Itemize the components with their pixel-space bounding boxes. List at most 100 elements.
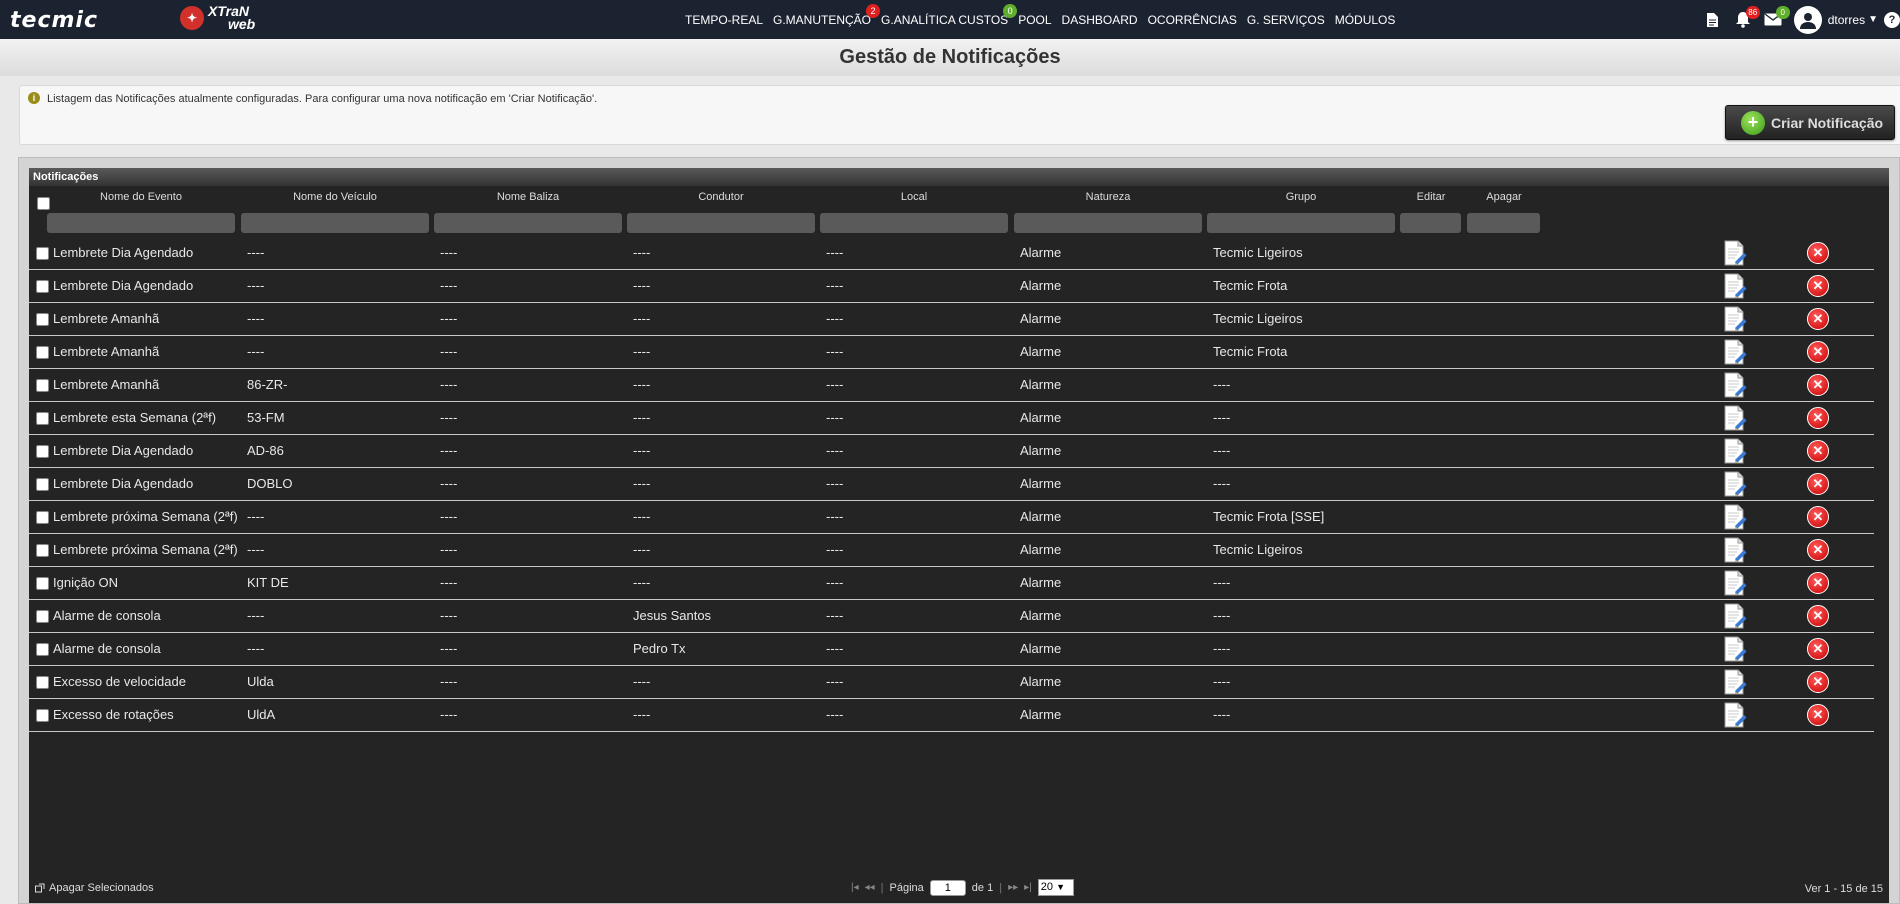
nav-item-3[interactable]: POOL bbox=[1013, 13, 1056, 27]
table-cell: ---- bbox=[1213, 443, 1231, 458]
delete-icon[interactable]: ✕ bbox=[1807, 275, 1829, 297]
nav-item-0[interactable]: TEMPO-REAL bbox=[680, 13, 768, 27]
table-cell: ---- bbox=[440, 707, 458, 722]
row-checkbox[interactable] bbox=[36, 313, 49, 326]
edit-icon[interactable] bbox=[1723, 306, 1747, 333]
column-header-5[interactable]: Natureza bbox=[1014, 191, 1202, 205]
delete-icon[interactable]: ✕ bbox=[1807, 407, 1829, 429]
column-filter-3[interactable] bbox=[627, 213, 815, 233]
column-filter-0[interactable] bbox=[47, 213, 235, 233]
delete-icon[interactable]: ✕ bbox=[1807, 605, 1829, 627]
row-checkbox[interactable] bbox=[36, 709, 49, 722]
first-page-icon[interactable]: |◂ bbox=[851, 882, 859, 893]
edit-icon[interactable] bbox=[1723, 702, 1747, 729]
table-cell: AD-86 bbox=[247, 443, 284, 458]
delete-icon[interactable]: ✕ bbox=[1807, 440, 1829, 462]
table-cell: 86-ZR- bbox=[247, 377, 288, 392]
nav-item-4[interactable]: DASHBOARD bbox=[1057, 13, 1143, 27]
column-header-0[interactable]: Nome do Evento bbox=[47, 191, 235, 205]
prev-page-icon[interactable]: ◂◂ bbox=[865, 882, 875, 893]
edit-icon[interactable] bbox=[1723, 570, 1747, 597]
document-icon[interactable] bbox=[1702, 9, 1724, 31]
xtran-logo-icon: ✦ bbox=[180, 6, 204, 30]
delete-icon[interactable]: ✕ bbox=[1807, 539, 1829, 561]
delete-icon[interactable]: ✕ bbox=[1807, 308, 1829, 330]
nav-item-6[interactable]: G. SERVIÇOS bbox=[1242, 13, 1330, 27]
edit-icon[interactable] bbox=[1723, 504, 1747, 531]
delete-icon[interactable]: ✕ bbox=[1807, 638, 1829, 660]
column-filter-4[interactable] bbox=[820, 213, 1008, 233]
edit-icon[interactable] bbox=[1723, 372, 1747, 399]
row-checkbox[interactable] bbox=[36, 544, 49, 557]
delete-icon[interactable]: ✕ bbox=[1807, 671, 1829, 693]
edit-icon[interactable] bbox=[1723, 537, 1747, 564]
edit-icon[interactable] bbox=[1723, 471, 1747, 498]
last-page-icon[interactable]: ▸| bbox=[1024, 882, 1032, 893]
edit-icon[interactable] bbox=[1723, 669, 1747, 696]
column-header-1[interactable]: Nome do Veículo bbox=[241, 191, 429, 205]
table-cell: ---- bbox=[440, 344, 458, 359]
edit-icon[interactable] bbox=[1723, 603, 1747, 630]
column-header-8[interactable]: Apagar bbox=[1467, 191, 1541, 205]
table-cell: ---- bbox=[440, 443, 458, 458]
create-notification-button[interactable]: + Criar Notificação bbox=[1725, 105, 1895, 140]
edit-icon[interactable] bbox=[1723, 240, 1747, 267]
row-checkbox[interactable] bbox=[36, 478, 49, 491]
delete-icon[interactable]: ✕ bbox=[1807, 374, 1829, 396]
delete-icon[interactable]: ✕ bbox=[1807, 506, 1829, 528]
xtranweb-logo[interactable]: ✦ XTraN web bbox=[180, 4, 255, 31]
delete-icon[interactable]: ✕ bbox=[1807, 572, 1829, 594]
bell-icon[interactable]: 86 bbox=[1732, 5, 1760, 31]
column-filter-1[interactable] bbox=[241, 213, 429, 233]
chevron-down-icon[interactable]: ▼ bbox=[1868, 14, 1878, 25]
mail-icon[interactable]: 0 bbox=[1762, 5, 1790, 31]
records-info: Ver 1 - 15 de 15 bbox=[1804, 883, 1883, 895]
edit-icon[interactable] bbox=[1723, 273, 1747, 300]
nav-item-1[interactable]: G.MANUTENÇÃO 2 bbox=[768, 3, 881, 27]
row-checkbox[interactable] bbox=[36, 577, 49, 590]
row-checkbox[interactable] bbox=[36, 346, 49, 359]
column-header-7[interactable]: Editar bbox=[1400, 191, 1462, 205]
page-input[interactable]: 1 bbox=[929, 879, 966, 896]
row-checkbox[interactable] bbox=[36, 280, 49, 293]
delete-icon[interactable]: ✕ bbox=[1807, 473, 1829, 495]
avatar[interactable] bbox=[1793, 5, 1822, 34]
table-cell: ---- bbox=[826, 641, 844, 656]
nav-item-7[interactable]: MÓDULOS bbox=[1330, 13, 1401, 27]
nav-item-5[interactable]: OCORRÊNCIAS bbox=[1143, 13, 1242, 27]
row-checkbox[interactable] bbox=[36, 643, 49, 656]
delete-selected-button[interactable]: Apagar Selecionados bbox=[35, 882, 154, 894]
next-page-icon[interactable]: ▸▸ bbox=[1008, 882, 1018, 893]
column-filter-7[interactable] bbox=[1400, 213, 1461, 233]
edit-icon[interactable] bbox=[1723, 438, 1747, 465]
row-checkbox[interactable] bbox=[36, 610, 49, 623]
delete-icon[interactable]: ✕ bbox=[1807, 704, 1829, 726]
row-checkbox[interactable] bbox=[36, 511, 49, 524]
column-filter-5[interactable] bbox=[1014, 213, 1202, 233]
column-filter-6[interactable] bbox=[1207, 213, 1395, 233]
column-filter-8[interactable] bbox=[1467, 213, 1540, 233]
column-header-6[interactable]: Grupo bbox=[1207, 191, 1395, 205]
row-checkbox[interactable] bbox=[36, 379, 49, 392]
page-size-select[interactable]: 20 ▼ bbox=[1037, 879, 1074, 896]
table-cell: ---- bbox=[826, 608, 844, 623]
row-checkbox[interactable] bbox=[36, 445, 49, 458]
delete-icon[interactable]: ✕ bbox=[1807, 341, 1829, 363]
edit-icon[interactable] bbox=[1723, 339, 1747, 366]
column-header-4[interactable]: Local bbox=[820, 191, 1008, 205]
row-checkbox[interactable] bbox=[36, 676, 49, 689]
column-filter-2[interactable] bbox=[434, 213, 622, 233]
edit-icon[interactable] bbox=[1723, 636, 1747, 663]
column-header-2[interactable]: Nome Baliza bbox=[434, 191, 622, 205]
delete-icon[interactable]: ✕ bbox=[1807, 242, 1829, 264]
help-icon[interactable]: ? bbox=[1884, 11, 1900, 28]
column-header-3[interactable]: Condutor bbox=[627, 191, 815, 205]
username[interactable]: dtorres bbox=[1828, 13, 1865, 27]
nav-item-2[interactable]: G.ANALÍTICA CUSTOS 0 bbox=[876, 3, 1018, 27]
edit-icon[interactable] bbox=[1723, 405, 1747, 432]
tecmic-logo[interactable]: tecmic bbox=[10, 8, 98, 33]
table-cell: Alarme bbox=[1020, 575, 1062, 590]
row-checkbox[interactable] bbox=[36, 412, 49, 425]
row-checkbox[interactable] bbox=[36, 247, 49, 260]
table-cell: Ignição ON bbox=[53, 575, 119, 590]
